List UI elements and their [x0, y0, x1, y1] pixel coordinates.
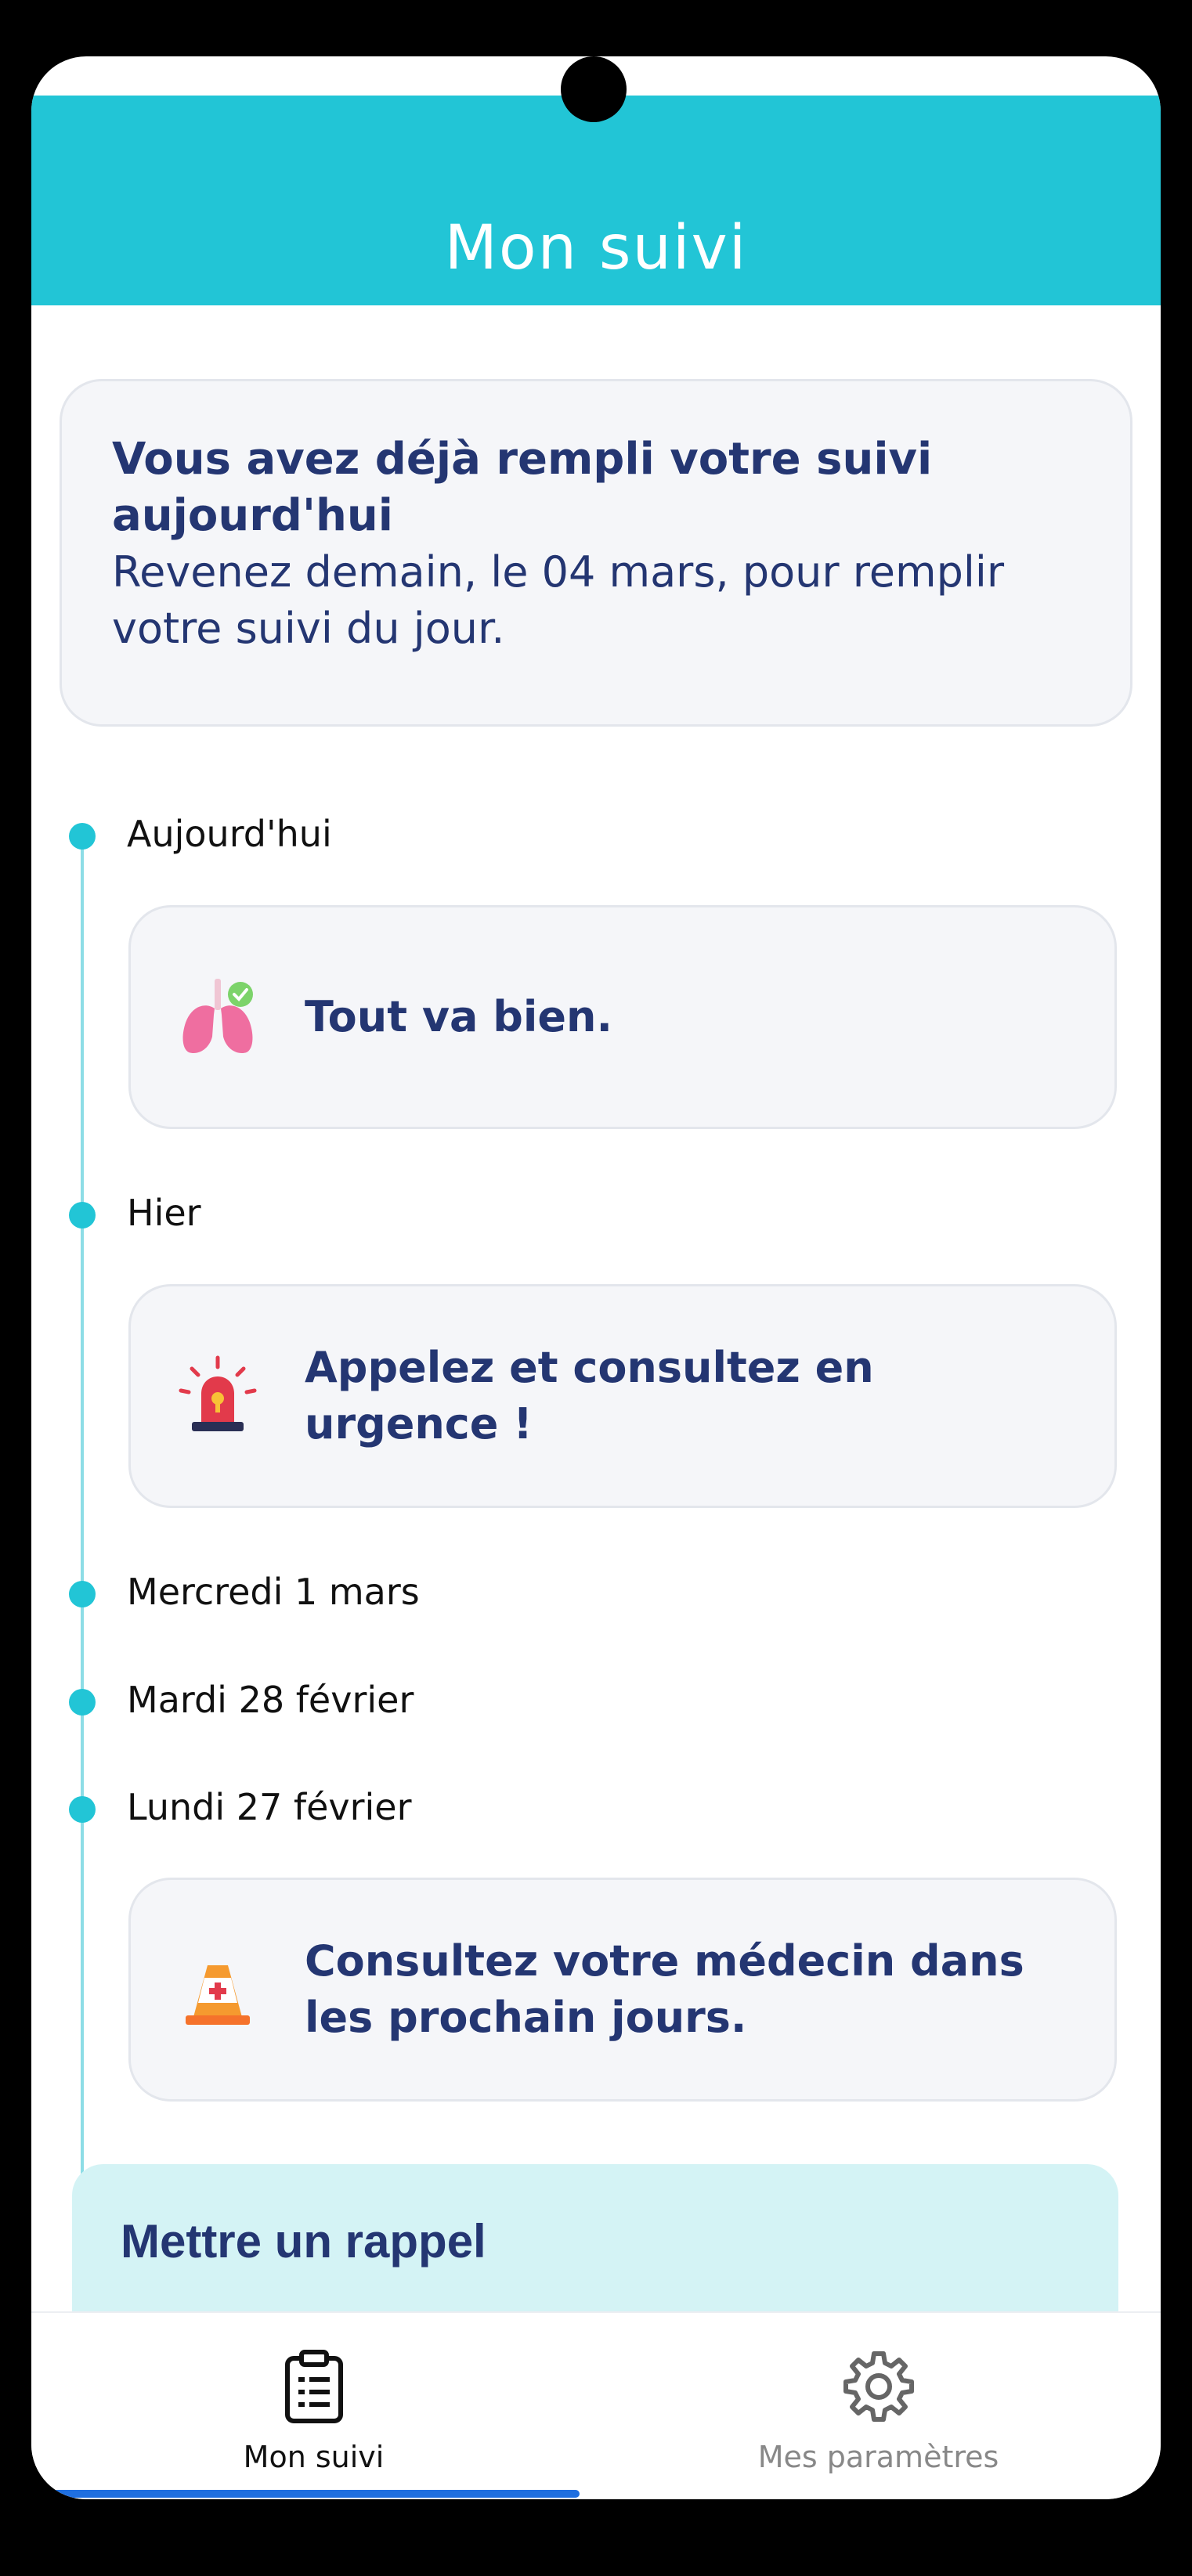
siren-icon	[179, 1355, 257, 1431]
tab-label: Mes paramètres	[757, 2440, 999, 2474]
reminder-title: Mettre un rappel	[121, 2215, 486, 2268]
timeline-dot	[69, 1581, 96, 1607]
timeline-message: Tout va bien.	[305, 992, 613, 1041]
tab-label: Mon suivi	[243, 2440, 385, 2474]
timeline-entry-card[interactable]: Tout va bien.	[128, 905, 1117, 1129]
app-screen: Mon suivi Vous avez déjà rempli votre su…	[31, 56, 1161, 2499]
timeline-date: Aujourd'hui	[127, 813, 332, 855]
tab-mon-suivi[interactable]: Mon suivi	[31, 2313, 596, 2499]
bottom-nav: Mon suivi Mes paramètres	[31, 2311, 1161, 2499]
timeline-entry-card[interactable]: Appelez et consultez en urgence !	[128, 1284, 1117, 1508]
timeline-entry-card[interactable]: Consultez votre médecin dans les prochai…	[128, 1878, 1117, 2102]
gear-icon	[843, 2351, 914, 2422]
timeline-date: Lundi 27 février	[127, 1786, 412, 1828]
notice-body: Revenez demain, le 04 mars, pour remplir…	[112, 547, 1005, 653]
timeline-dot	[69, 1689, 96, 1716]
timeline-dot	[69, 1796, 96, 1823]
clipboard-icon	[284, 2350, 343, 2423]
active-tab-indicator	[47, 2490, 580, 2498]
timeline-dot	[69, 1202, 96, 1228]
notice-title: Vous avez déjà rempli votre suivi aujour…	[112, 434, 933, 541]
timeline-message: Consultez votre médecin dans les prochai…	[305, 1936, 1024, 2042]
tab-mes-parametres[interactable]: Mes paramètres	[596, 2313, 1161, 2499]
timeline-date: Hier	[127, 1192, 201, 1234]
timeline-line	[81, 839, 84, 2178]
page-title: Mon suivi	[444, 213, 748, 283]
lungs-check-icon	[182, 979, 253, 1054]
timeline-message: Appelez et consultez en urgence !	[305, 1343, 874, 1449]
timeline-dot	[69, 823, 96, 850]
medical-cone-icon	[186, 1965, 250, 2025]
already-filled-notice: Vous avez déjà rempli votre suivi aujour…	[60, 379, 1132, 727]
app-bar: Mon suivi	[31, 96, 1161, 305]
front-camera	[561, 56, 627, 122]
timeline-date: Mardi 28 février	[127, 1679, 414, 1721]
timeline-date: Mercredi 1 mars	[127, 1571, 420, 1613]
